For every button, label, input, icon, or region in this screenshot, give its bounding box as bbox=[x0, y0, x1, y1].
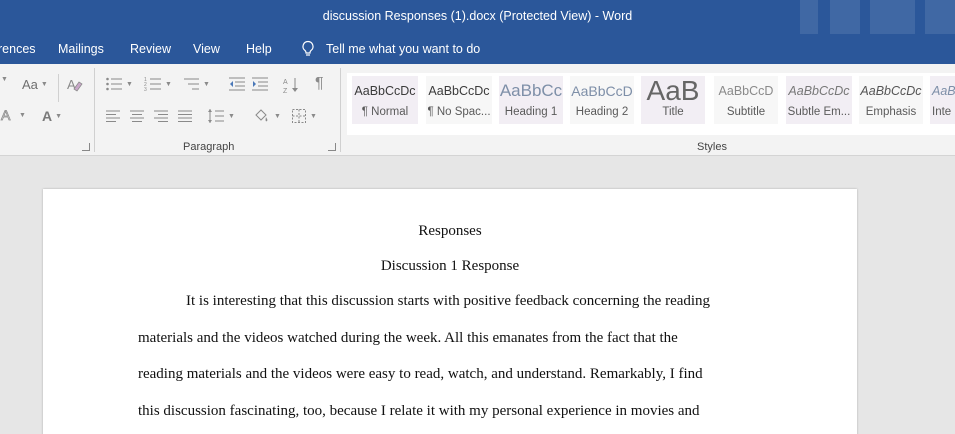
document-canvas[interactable]: Responses Discussion 1 Response It is in… bbox=[0, 157, 955, 434]
justify-icon bbox=[178, 110, 192, 122]
document-page[interactable]: Responses Discussion 1 Response It is in… bbox=[43, 189, 857, 434]
style-subtitle-sample: AaBbCcD bbox=[718, 84, 774, 98]
tell-me-label: Tell me what you want to do bbox=[326, 42, 481, 56]
line-spacing-button[interactable]: ▼ bbox=[207, 108, 235, 124]
sort-icon: A Z bbox=[283, 78, 298, 94]
style-intense-emphasis[interactable]: AaBl Inte bbox=[930, 76, 955, 124]
sort-button[interactable]: A Z bbox=[283, 76, 301, 94]
style-no-spacing[interactable]: AaBbCcDc ¶ No Spac... bbox=[426, 76, 492, 124]
style-intense-emphasis-name: Inte bbox=[932, 106, 952, 118]
eraser-icon: A bbox=[67, 77, 83, 92]
multilevel-list-icon bbox=[184, 78, 199, 90]
style-heading-2-sample: AaBbCcD bbox=[571, 83, 633, 99]
text-effects-button[interactable]: A ▼ bbox=[0, 107, 26, 123]
paragraph-line: materials and the videos watched during … bbox=[138, 330, 678, 346]
borders-button[interactable]: ▼ bbox=[291, 108, 317, 124]
bullets-button[interactable]: ▼ bbox=[105, 76, 133, 92]
style-heading-2-name: Heading 2 bbox=[575, 106, 629, 118]
font-dialog-launcher[interactable] bbox=[82, 143, 90, 151]
paragraph-line: this discussion fascinating, too, becaus… bbox=[138, 403, 700, 419]
tab-mailings[interactable]: Mailings bbox=[58, 42, 104, 56]
increase-indent-button[interactable] bbox=[251, 76, 269, 92]
numbered-list-icon: 123 bbox=[144, 77, 161, 92]
tab-view[interactable]: View bbox=[193, 42, 220, 56]
shading-button[interactable]: ▼ bbox=[253, 108, 281, 124]
style-no-spacing-sample: AaBbCcDc bbox=[428, 84, 490, 98]
style-normal-sample: AaBbCcDc bbox=[354, 84, 416, 98]
window-title: discussion Responses (1).docx (Protected… bbox=[322, 9, 633, 23]
ribbon-tab-row: rences Mailings Review View Help Tell me… bbox=[0, 34, 955, 64]
increase-indent-icon bbox=[252, 77, 268, 91]
style-subtle-emphasis-name: Subtle Em... bbox=[787, 106, 851, 118]
clear-formatting-button[interactable]: A bbox=[66, 76, 84, 92]
font-color-button[interactable]: A ▼ bbox=[42, 108, 62, 124]
style-heading-2[interactable]: AaBbCcD Heading 2 bbox=[570, 76, 634, 124]
align-center-button[interactable] bbox=[129, 109, 145, 123]
group-divider bbox=[94, 68, 95, 152]
justify-button[interactable] bbox=[177, 109, 193, 123]
paragraph-dialog-launcher[interactable] bbox=[328, 143, 336, 151]
font-color-label: A bbox=[42, 108, 53, 124]
style-emphasis-sample: AaBbCcDc bbox=[860, 84, 922, 98]
paragraph-line: reading materials and the videos were ea… bbox=[138, 366, 703, 382]
tab-references[interactable]: rences bbox=[0, 42, 36, 56]
divider bbox=[58, 74, 59, 102]
pilcrow-icon: ¶ bbox=[315, 75, 324, 92]
text-effects-icon: A bbox=[1, 107, 12, 123]
line-spacing-icon bbox=[208, 109, 224, 123]
style-normal-name: ¶ Normal bbox=[361, 106, 409, 118]
group-divider bbox=[340, 68, 341, 152]
style-intense-emphasis-sample: AaBl bbox=[932, 84, 955, 98]
document-heading: Responses bbox=[418, 223, 482, 239]
document-subheading: Discussion 1 Response bbox=[380, 258, 520, 274]
align-left-icon bbox=[106, 110, 120, 122]
style-normal[interactable]: AaBbCcDc ¶ Normal bbox=[352, 76, 418, 124]
font-size-dropdown-partial[interactable]: ▼ bbox=[0, 76, 8, 83]
bullet-list-icon bbox=[106, 77, 122, 91]
style-emphasis[interactable]: AaBbCcDc Emphasis bbox=[859, 76, 923, 124]
show-hide-marks-button[interactable]: ¶ bbox=[315, 75, 324, 93]
align-center-icon bbox=[130, 110, 144, 122]
style-subtle-emphasis-sample: AaBbCcDc bbox=[788, 84, 850, 98]
styles-gallery: AaBbCcDc ¶ Normal AaBbCcDc ¶ No Spac... … bbox=[347, 73, 955, 135]
svg-text:A: A bbox=[1, 107, 11, 123]
decrease-indent-icon bbox=[229, 77, 245, 91]
tab-help[interactable]: Help bbox=[246, 42, 272, 56]
style-subtle-emphasis[interactable]: AaBbCcDc Subtle Em... bbox=[786, 76, 852, 124]
paragraph-group-label: Paragraph bbox=[183, 141, 235, 153]
style-title[interactable]: AaB Title bbox=[641, 76, 705, 124]
svg-text:Z: Z bbox=[283, 88, 288, 94]
paragraph-line: It is interesting that this discussion s… bbox=[186, 293, 711, 309]
change-case-button[interactable]: Aa ▼ bbox=[22, 77, 48, 92]
decrease-indent-button[interactable] bbox=[228, 76, 246, 92]
style-title-sample: AaB bbox=[646, 76, 700, 106]
multilevel-list-button[interactable]: ▼ bbox=[182, 76, 210, 92]
svg-text:3: 3 bbox=[144, 87, 147, 92]
paint-bucket-icon bbox=[255, 109, 268, 122]
style-heading-1-name: Heading 1 bbox=[504, 106, 558, 118]
change-case-label: Aa bbox=[22, 77, 38, 92]
title-bar: discussion Responses (1).docx (Protected… bbox=[0, 0, 955, 34]
style-emphasis-name: Emphasis bbox=[865, 106, 917, 118]
tell-me-search[interactable]: Tell me what you want to do bbox=[300, 40, 480, 58]
style-title-name: Title bbox=[662, 106, 684, 118]
lightbulb-icon bbox=[302, 40, 314, 56]
align-right-icon bbox=[154, 110, 168, 122]
style-subtitle[interactable]: AaBbCcD Subtitle bbox=[714, 76, 778, 124]
style-heading-1[interactable]: AaBbCc Heading 1 bbox=[499, 76, 563, 124]
svg-text:A: A bbox=[283, 79, 288, 86]
style-subtitle-name: Subtitle bbox=[726, 106, 766, 118]
borders-icon bbox=[292, 109, 306, 123]
numbering-button[interactable]: 123 ▼ bbox=[144, 76, 172, 92]
ribbon: ▼ Aa ▼ A A ▼ A ▼ ▼ 123 ▼ ▼ A Z ¶ ▼ ▼ ▼ P… bbox=[0, 64, 955, 156]
align-left-button[interactable] bbox=[105, 109, 121, 123]
tab-review[interactable]: Review bbox=[130, 42, 171, 56]
align-right-button[interactable] bbox=[153, 109, 169, 123]
style-heading-1-sample: AaBbCc bbox=[499, 81, 563, 100]
style-no-spacing-name: ¶ No Spac... bbox=[427, 106, 491, 118]
styles-group-label: Styles bbox=[697, 141, 727, 153]
